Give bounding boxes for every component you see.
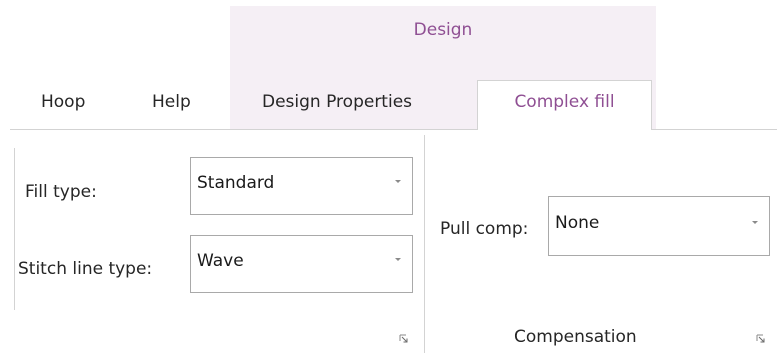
ribbon-top-border (10, 129, 477, 130)
context-tab-group-title: Design (413, 20, 473, 40)
chevron-down-icon (395, 258, 401, 261)
pull-comp-label: Pull comp: (440, 219, 529, 239)
stitch-line-type-label: Stitch line type: (18, 259, 153, 279)
tab-help[interactable]: Help (152, 92, 191, 112)
stitch-line-type-dropdown[interactable]: Wave (190, 235, 413, 293)
group-separator (424, 135, 425, 353)
chevron-down-icon (752, 221, 758, 224)
tab-complex-fill[interactable]: Complex fill (477, 80, 652, 130)
chevron-down-icon (395, 180, 401, 183)
fill-type-label: Fill type: (25, 182, 97, 202)
dialog-launcher-icon[interactable] (756, 334, 766, 344)
pull-comp-value: None (555, 213, 600, 233)
tab-hoop[interactable]: Hoop (41, 92, 85, 112)
group-label-compensation: Compensation (514, 327, 637, 347)
ribbon-top-border (652, 129, 777, 130)
fill-type-value: Standard (197, 173, 275, 193)
tab-design-properties[interactable]: Design Properties (262, 92, 412, 112)
group-separator (14, 148, 15, 310)
stitch-line-type-value: Wave (197, 251, 244, 271)
pull-comp-dropdown[interactable]: None (548, 196, 770, 256)
dialog-launcher-icon[interactable] (399, 334, 409, 344)
fill-type-dropdown[interactable]: Standard (190, 157, 413, 215)
